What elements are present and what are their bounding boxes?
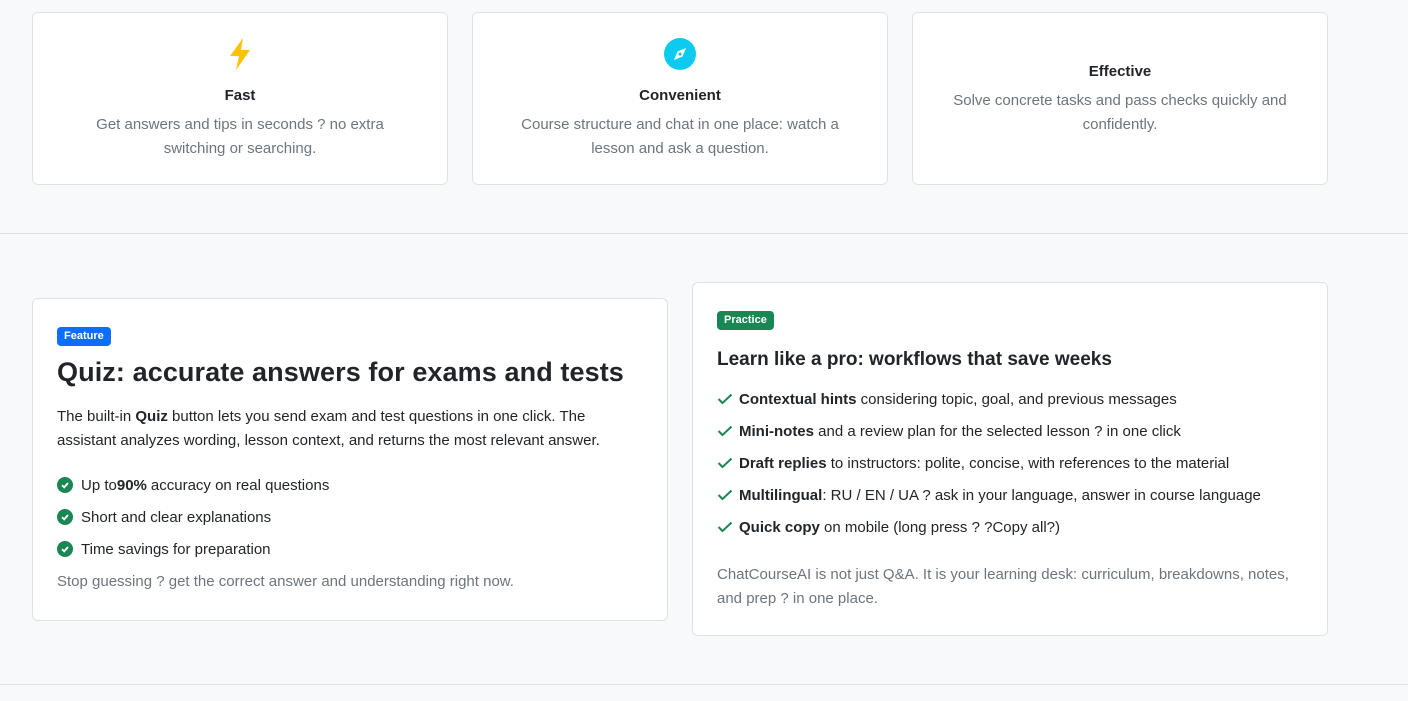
list-item: Mini-notes and a review plan for the sel… <box>717 415 1261 447</box>
practice-badge: Practice <box>717 311 774 330</box>
feature-text: Get answers and tips in seconds ? no ext… <box>96 116 384 157</box>
practice-card: Practice Learn like a pro: workflows tha… <box>692 282 1328 636</box>
feature-text: Course structure and chat in one place: … <box>521 116 839 157</box>
lightning-icon <box>230 38 250 70</box>
feature-title: Convenient <box>639 87 721 104</box>
compass-icon <box>664 38 696 70</box>
features-section: Fast Get answers and tips in seconds ? n… <box>0 0 1408 234</box>
check-circle-icon <box>57 509 73 525</box>
check-circle-icon <box>57 477 73 493</box>
quiz-card: Feature Quiz: accurate answers for exams… <box>32 298 668 621</box>
feature-card-fast: Fast Get answers and tips in seconds ? n… <box>32 12 448 185</box>
list-item: Multilingual: RU / EN / UA ? ask in your… <box>717 479 1261 511</box>
practice-title: Learn like a pro: workflows that save we… <box>717 349 1112 370</box>
list-item: Up to 90% accuracy on real questions <box>57 469 329 501</box>
check-icon <box>717 425 733 437</box>
feature-title: Effective <box>1088 63 1152 80</box>
quiz-benefits-list: Up to 90% accuracy on real questions Sho… <box>57 469 329 565</box>
practice-list: Contextual hints considering topic, goal… <box>717 383 1261 543</box>
feature-card-convenient: Convenient Course structure and chat in … <box>472 12 888 185</box>
quiz-description: The built-in Quiz button lets you send e… <box>57 408 600 449</box>
check-icon <box>717 457 733 469</box>
feature-badge: Feature <box>57 327 111 346</box>
check-icon <box>717 489 733 501</box>
feature-card-effective: Effective Solve concrete tasks and pass … <box>912 12 1328 185</box>
check-circle-icon <box>57 541 73 557</box>
list-item: Contextual hints considering topic, goal… <box>717 383 1261 415</box>
list-item: Time savings for preparation <box>57 533 329 565</box>
check-icon <box>717 393 733 405</box>
details-section: Feature Quiz: accurate answers for exams… <box>0 234 1408 685</box>
list-item: Short and clear explanations <box>57 501 329 533</box>
check-icon <box>717 521 733 533</box>
feature-title: Fast <box>224 87 256 104</box>
quiz-footer-text: Stop guessing ? get the correct answer a… <box>57 573 514 590</box>
list-item: Quick copy on mobile (long press ? ?Copy… <box>717 511 1261 543</box>
practice-footer-text: ChatCourseAI is not just Q&A. It is your… <box>717 566 1289 607</box>
list-item: Draft replies to instructors: polite, co… <box>717 447 1261 479</box>
feature-text: Solve concrete tasks and pass checks qui… <box>953 92 1287 133</box>
quiz-title: Quiz: accurate answers for exams and tes… <box>57 357 624 387</box>
